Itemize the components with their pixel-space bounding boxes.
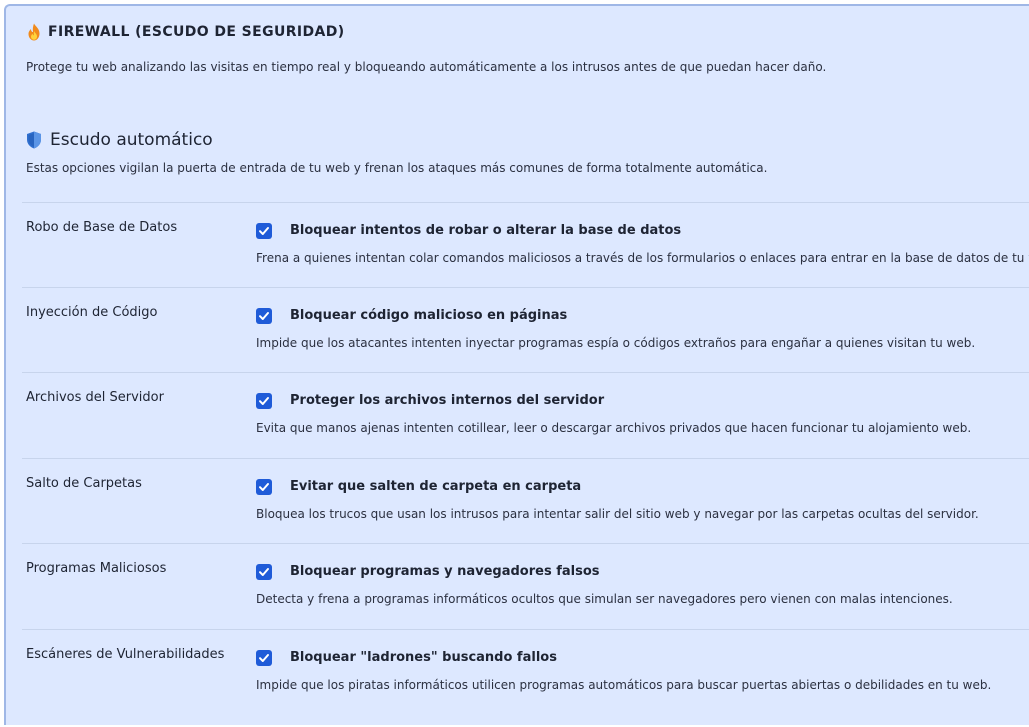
check-icon (259, 568, 269, 576)
setting-label: Inyección de Código (26, 305, 158, 320)
section-title: Escudo automático (50, 130, 213, 150)
shield-icon (26, 131, 42, 149)
option-label[interactable]: Proteger los archivos internos del servi… (290, 393, 604, 408)
option-description: Evita que manos ajenas intenten cotillea… (256, 421, 972, 435)
option-description: Impide que los piratas informáticos util… (256, 678, 992, 692)
fire-icon (26, 23, 42, 41)
setting-label: Salto de Carpetas (26, 476, 142, 491)
setting-label: Archivos del Servidor (26, 390, 164, 405)
setting-label: Programas Maliciosos (26, 561, 167, 576)
setting-row-code-injection: Inyección de Código Bloquear código mali… (22, 287, 1029, 372)
option-label[interactable]: Bloquear código malicioso en páginas (290, 308, 567, 323)
setting-label: Escáneres de Vulnerabilidades (26, 647, 225, 662)
setting-row-vulnerability-scanners: Escáneres de Vulnerabilidades Bloquear "… (22, 629, 1029, 727)
setting-label: Robo de Base de Datos (26, 220, 178, 235)
option-label[interactable]: Bloquear programas y navegadores falsos (290, 564, 600, 579)
setting-row-database: Robo de Base de Datos Bloquear intentos … (22, 202, 1029, 287)
setting-checkbox[interactable] (256, 393, 272, 409)
check-icon (259, 227, 269, 235)
option-label[interactable]: Bloquear intentos de robar o alterar la … (290, 223, 681, 238)
setting-checkbox[interactable] (256, 650, 272, 666)
option-label[interactable]: Bloquear "ladrones" buscando fallos (290, 650, 557, 665)
setting-row-malicious-programs: Programas Maliciosos Bloquear programas … (22, 543, 1029, 628)
check-icon (259, 312, 269, 320)
option-description: Impide que los atacantes intenten inyect… (256, 336, 976, 350)
option-description: Detecta y frena a programas informáticos… (256, 592, 953, 606)
setting-row-folder-jumping: Salto de Carpetas Evitar que salten de c… (22, 458, 1029, 543)
section-description: Estas opciones vigilan la puerta de entr… (26, 161, 768, 175)
option-description: Bloquea los trucos que usan los intrusos… (256, 507, 979, 521)
setting-checkbox[interactable] (256, 308, 272, 324)
option-description: Frena a quienes intentan colar comandos … (256, 251, 1029, 265)
page-title: FIREWALL (ESCUDO DE SEGURIDAD) (48, 24, 345, 40)
setting-checkbox[interactable] (256, 479, 272, 495)
setting-row-server-files: Archivos del Servidor Proteger los archi… (22, 372, 1029, 457)
settings-panel: FIREWALL (ESCUDO DE SEGURIDAD) Protege t… (4, 4, 1029, 725)
setting-checkbox[interactable] (256, 564, 272, 580)
check-icon (259, 483, 269, 491)
page-header: FIREWALL (ESCUDO DE SEGURIDAD) (26, 23, 345, 41)
page-description: Protege tu web analizando las visitas en… (26, 60, 827, 74)
setting-checkbox[interactable] (256, 223, 272, 239)
check-icon (259, 397, 269, 405)
section-header: Escudo automático (26, 130, 213, 150)
option-label[interactable]: Evitar que salten de carpeta en carpeta (290, 479, 581, 494)
check-icon (259, 654, 269, 662)
